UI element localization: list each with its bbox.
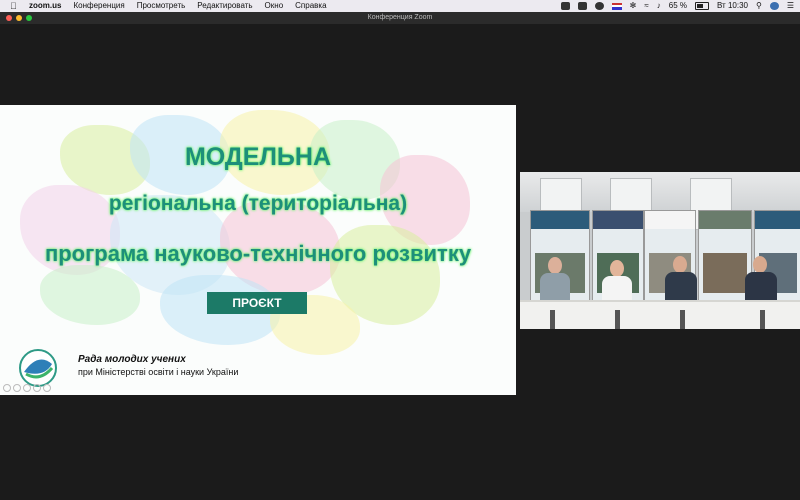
microphone (760, 310, 765, 329)
close-window-button[interactable] (6, 15, 12, 21)
battery-icon[interactable] (694, 2, 709, 10)
volume-icon[interactable]: ♪ (657, 0, 661, 12)
slide-tool-icon[interactable] (43, 384, 51, 392)
minimize-window-button[interactable] (16, 15, 22, 21)
menu-list-icon[interactable]: ☰ (787, 0, 794, 12)
slide-tool-icon[interactable] (23, 384, 31, 392)
window-title: Конференция Zoom (367, 14, 433, 21)
menu-window[interactable]: Окно (265, 0, 284, 12)
apple-icon[interactable]:  (10, 0, 20, 12)
slide-toolbar (3, 384, 51, 392)
slide-tool-icon[interactable] (3, 384, 11, 392)
menu-bar:  zoom.us Конференция Просмотреть Редакт… (0, 0, 800, 12)
council-subtitle: при Міністерстві освіти і науки України (78, 367, 239, 377)
slide-title-line-3: програма науково-технічного розвитку (44, 241, 472, 266)
project-label-box: ПРОЄКТ (207, 292, 307, 314)
council-name: Рада молодих учених (78, 354, 186, 365)
avatar-icon[interactable] (769, 2, 779, 10)
menu-edit[interactable]: Редактировать (197, 0, 252, 12)
shared-screen-slide[interactable]: МОДЕЛЬНА регіональна (територіальна) про… (0, 105, 516, 395)
history-icon[interactable] (594, 2, 604, 10)
search-icon[interactable]: ⚲ (756, 0, 762, 12)
slide-tool-icon[interactable] (33, 384, 41, 392)
slide-title-line-2: регіональна (територіальна) (108, 192, 408, 215)
participant-video[interactable] (520, 172, 800, 329)
roll-up-banner (698, 210, 752, 302)
battery-percent: 65 % (668, 1, 687, 10)
tray-icon[interactable] (577, 2, 587, 10)
bluetooth-icon[interactable]: ✻ (630, 0, 637, 12)
council-logo (19, 349, 57, 387)
conference-table (520, 300, 800, 329)
menu-help[interactable]: Справка (295, 0, 326, 12)
microphone (615, 310, 620, 329)
status-tray: ✻ ≈ ♪ 65 % Вт 10:30 ⚲ ☰ (560, 0, 794, 12)
slide-title-line-1: МОДЕЛЬНА (184, 143, 332, 171)
clock[interactable]: Вт 10:30 (717, 0, 748, 12)
flag-icon[interactable] (611, 2, 622, 10)
menu-conference[interactable]: Конференция (73, 0, 124, 12)
window-controls (6, 15, 32, 21)
menu-app-name[interactable]: zoom.us (29, 0, 61, 12)
microphone (550, 310, 555, 329)
wifi-icon[interactable]: ≈ (644, 0, 648, 12)
maximize-window-button[interactable] (26, 15, 32, 21)
microphone (680, 310, 685, 329)
slide-tool-icon[interactable] (13, 384, 21, 392)
window-title-bar: Конференция Zoom (0, 12, 800, 24)
video-icon[interactable] (560, 2, 570, 10)
menu-view[interactable]: Просмотреть (137, 0, 186, 12)
map-region (40, 265, 140, 325)
